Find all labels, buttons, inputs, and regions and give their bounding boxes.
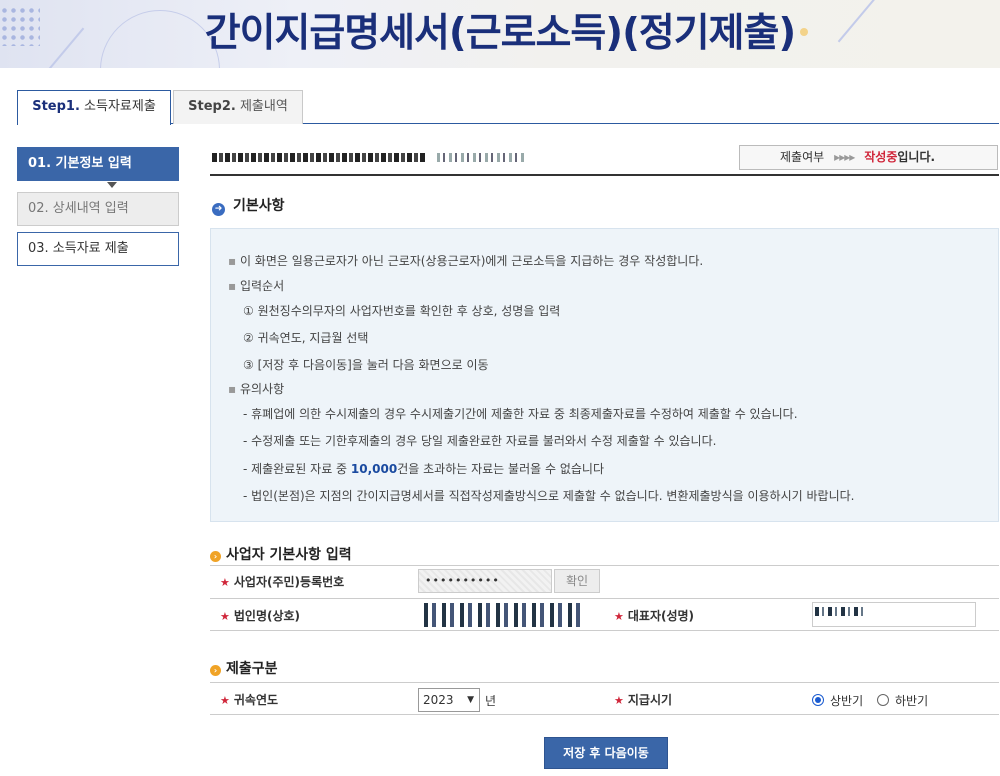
info-step: ② 귀속연도, 지급월 선택 (243, 331, 369, 345)
masked-company-info (437, 153, 527, 162)
year-unit: 년 (485, 694, 497, 708)
status-value: 작성중 (864, 150, 898, 164)
page-banner: 간이지급명세서(근로소득)(정기제출) (0, 0, 1000, 68)
section-basic-label: 기본사항 (233, 198, 285, 214)
radio-first-half-label[interactable]: 상반기 (830, 692, 863, 709)
reg-number-label: ★ 사업자(주민)등록번호 (220, 575, 345, 589)
bullet-icon: › (210, 551, 221, 562)
info-text: 이 화면은 일용근로자가 아닌 근로자(상용근로자)에게 근로소득을 지급하는 … (239, 254, 704, 268)
rep-name-masked (815, 607, 867, 616)
sidebar-item-basic-info[interactable]: 01. 기본정보 입력 (17, 147, 179, 181)
info-note: - 수정제출 또는 기한후제출의 경우 당일 제출완료한 자료를 불러와서 수정… (243, 434, 717, 448)
page-title: 간이지급명세서(근로소득)(정기제출) (204, 11, 797, 56)
tab-step2[interactable]: Step2. 제출내역 (173, 90, 303, 124)
info-bullet: ▪ 입력순서 (228, 279, 285, 293)
sidebar-item-detail[interactable]: 02. 상세내역 입력 (17, 192, 179, 226)
info-bullet: ▪ 유의사항 (228, 382, 285, 396)
tab-step2-sub: 제출내역 (235, 99, 288, 114)
tab-step1[interactable]: Step1. 소득자료제출 (17, 90, 171, 125)
corp-name-label-text: 법인명(상호) (233, 609, 301, 623)
year-select-value: 2023 (423, 693, 454, 707)
reg-number-input[interactable]: •••••••••• (418, 569, 552, 593)
status-suffix: 입니다. (897, 150, 936, 164)
year-label: ★ 귀속연도 (220, 693, 279, 707)
info-step: ③ [저장 후 다음이동]을 눌러 다음 화면으로 이동 (243, 358, 489, 372)
info-text: 입력순서 (239, 279, 285, 293)
step-tabs: Step1. 소득자료제출 Step2. 제출내역 (17, 90, 999, 125)
reg-number-label-text: 사업자(주민)등록번호 (233, 575, 345, 589)
status-arrows: ▸▸▸▸ (834, 150, 855, 164)
period-label: ★ 지급시기 (614, 693, 673, 707)
info-note: - 법인(본점)은 지점의 간이지급명세서를 직접작성제출방식으로 제출할 수 … (243, 489, 855, 503)
step-arrow-icon (107, 182, 117, 188)
year-label-text: 귀속연도 (233, 693, 279, 707)
year-select[interactable]: 2023 ▼ (418, 688, 480, 712)
section-submit-title: › 제출구분 (210, 658, 278, 678)
section-biz-label: 사업자 기본사항 입력 (226, 547, 352, 563)
info-text: 건을 초과하는 자료는 불러올 수 없습니다 (397, 462, 604, 476)
tab-step2-main: Step2. (188, 99, 236, 114)
radio-first-half[interactable] (812, 694, 824, 706)
submit-status-box: 제출여부 ▸▸▸▸ 작성중입니다. (739, 145, 998, 170)
tab-step1-main: Step1. (32, 99, 80, 114)
info-note: - 휴폐업에 의한 수시제출의 경우 수시제출기간에 제출한 자료 중 최종제출… (243, 407, 798, 421)
info-limit-number: 10,000 (350, 462, 398, 476)
info-text: - 제출완료된 자료 중 (243, 462, 351, 476)
rep-name-label-text: 대표자(성명) (627, 609, 695, 623)
corp-name-field-masked[interactable] (418, 603, 586, 627)
radio-second-half[interactable] (877, 694, 889, 706)
sidebar-item-submit[interactable]: 03. 소득자료 제출 (17, 232, 179, 266)
period-label-text: 지급시기 (627, 693, 673, 707)
section-basic-title: ➜ 기본사항 (212, 195, 285, 216)
info-text: 유의사항 (239, 382, 285, 396)
header-divider (210, 174, 999, 176)
confirm-button[interactable]: 확인 (554, 569, 600, 593)
info-note: - 제출완료된 자료 중 10,000건을 초과하는 자료는 불러올 수 없습니… (243, 460, 604, 477)
rep-name-label: ★ 대표자(성명) (614, 609, 695, 623)
radio-second-half-label[interactable]: 하반기 (895, 692, 928, 709)
bullet-icon: › (210, 665, 221, 676)
save-next-button[interactable]: 저장 후 다음이동 (544, 737, 668, 769)
corp-name-label: ★ 법인명(상호) (220, 609, 301, 623)
status-label: 제출여부 (780, 150, 825, 164)
section-biz-title: › 사업자 기본사항 입력 (210, 544, 352, 564)
section-submit-label: 제출구분 (226, 661, 278, 677)
arrow-right-icon: ➜ (212, 203, 225, 216)
tab-step1-sub: 소득자료제출 (79, 99, 156, 114)
masked-company-info (212, 153, 427, 162)
info-bullet: ▪ 이 화면은 일용근로자가 아닌 근로자(상용근로자)에게 근로소득을 지급하… (228, 254, 704, 268)
info-step: ① 원천징수의무자의 사업자번호를 확인한 후 상호, 성명을 입력 (243, 304, 561, 318)
info-box (210, 228, 999, 522)
chevron-down-icon: ▼ (467, 695, 474, 705)
